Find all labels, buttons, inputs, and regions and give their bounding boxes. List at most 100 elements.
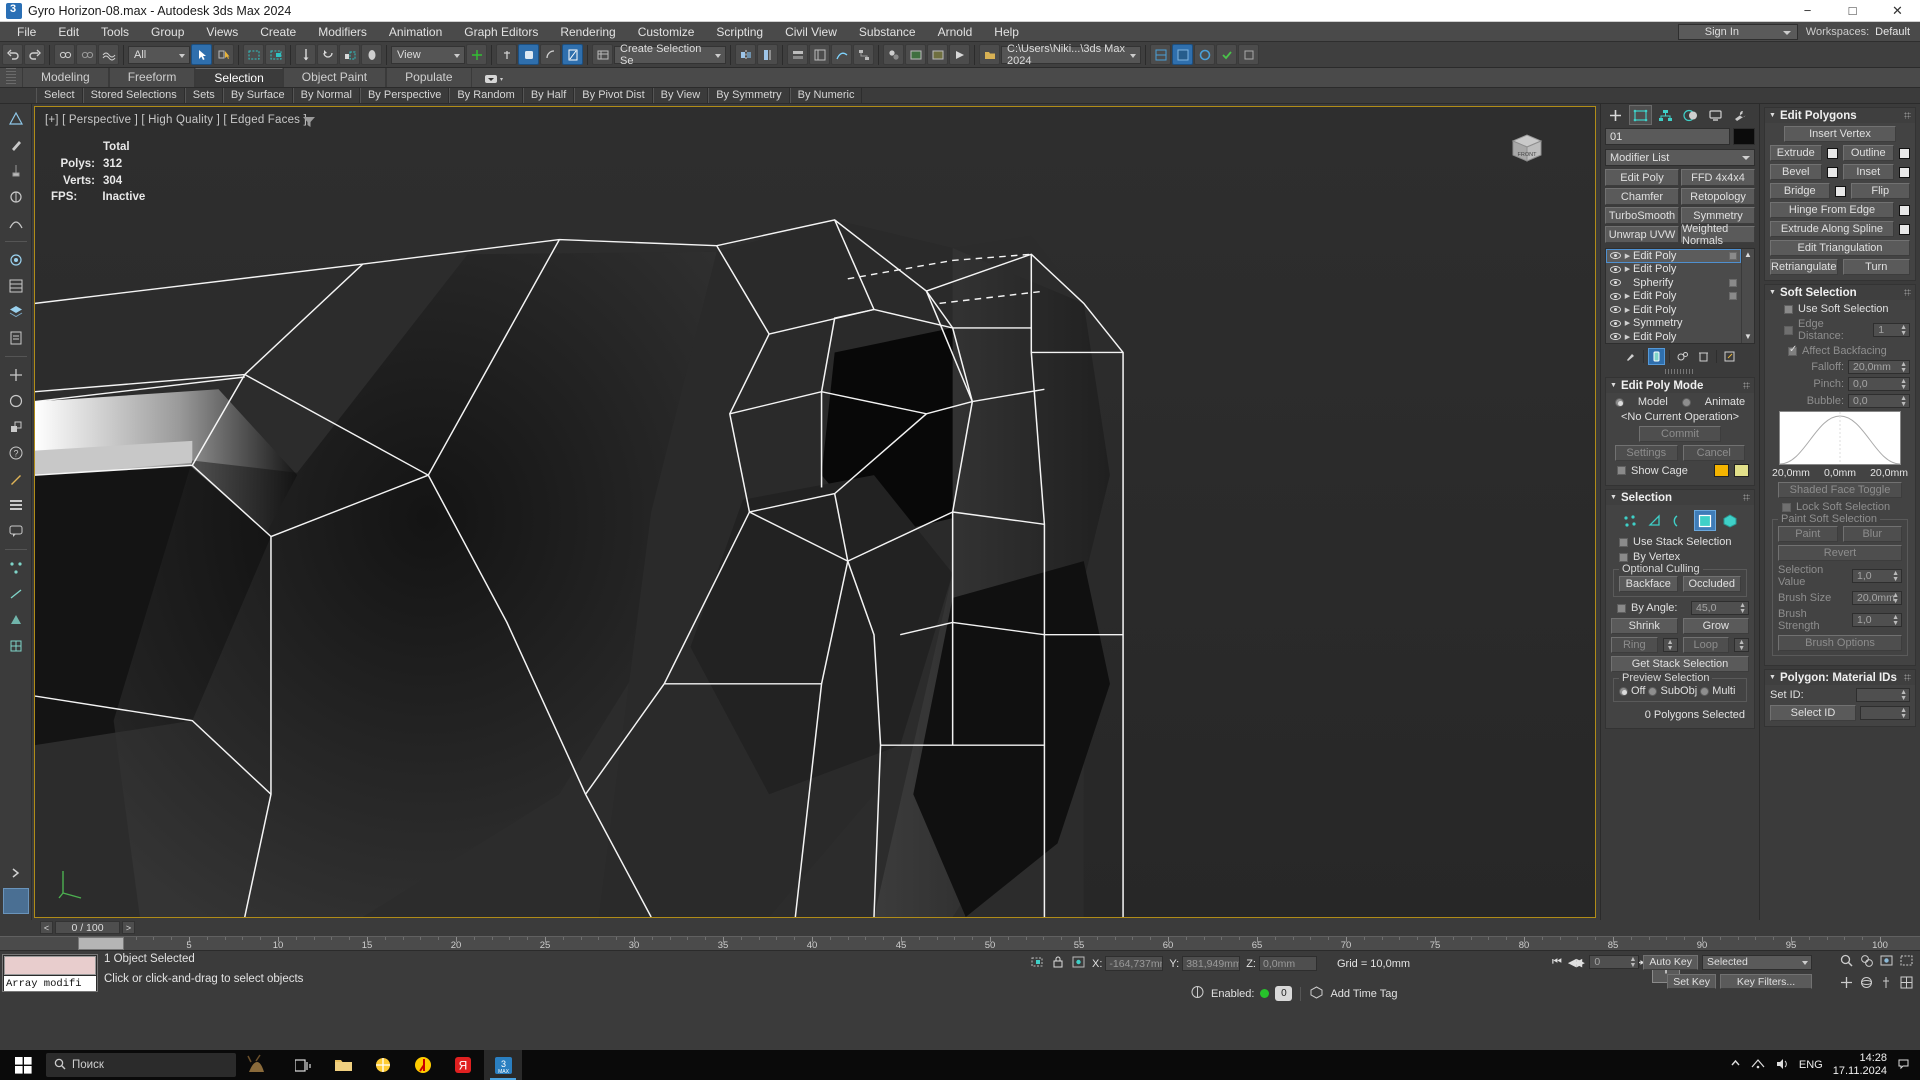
maximize-button[interactable]: □ bbox=[1830, 0, 1875, 21]
slate-material-icon[interactable] bbox=[1172, 44, 1193, 65]
ribbon-btn-by-view[interactable]: By View bbox=[652, 88, 709, 103]
modifier-btn-symmetry[interactable]: Symmetry bbox=[1681, 207, 1755, 224]
stack-item[interactable]: ▶ Edit Poly bbox=[1606, 330, 1741, 343]
ring-spinner[interactable]: ▲ ▼ bbox=[1662, 638, 1678, 652]
zoom-all-icon[interactable] bbox=[1859, 953, 1874, 971]
undo-icon[interactable] bbox=[2, 44, 23, 65]
collapse-triangle-icon[interactable]: ▼ bbox=[1769, 112, 1776, 119]
menu-civil-view[interactable]: Civil View bbox=[774, 22, 848, 42]
enabled-count-badge[interactable]: 0 bbox=[1275, 986, 1293, 1001]
material-editor-icon[interactable] bbox=[883, 44, 904, 65]
check-scene-icon[interactable] bbox=[1216, 44, 1237, 65]
select-id-button[interactable]: Select ID bbox=[1770, 705, 1856, 721]
perspective-viewport[interactable]: [+] [ Perspective ] [ High Quality ] [ E… bbox=[34, 106, 1596, 918]
selection-filter-combo[interactable]: All bbox=[128, 45, 190, 64]
selection-value-spinner[interactable]: 1,0 ▲ ▼ bbox=[1852, 569, 1902, 583]
eye-icon[interactable] bbox=[1609, 277, 1622, 288]
preview-off-radio[interactable] bbox=[1619, 686, 1628, 696]
freeform-icon[interactable] bbox=[5, 186, 27, 208]
expand-rail-icon[interactable] bbox=[5, 862, 27, 884]
layer-explorer-icon[interactable] bbox=[787, 44, 808, 65]
grow-button[interactable]: Grow bbox=[1682, 618, 1749, 634]
menu-scripting[interactable]: Scripting bbox=[705, 22, 774, 42]
ribbon-btn-sets[interactable]: Sets bbox=[184, 88, 223, 103]
auto-key-button[interactable]: Auto Key bbox=[1643, 954, 1698, 970]
maxscript-mini-listener[interactable]: Array modifi bbox=[2, 954, 98, 992]
select-and-move-icon[interactable] bbox=[295, 44, 316, 65]
backface-button[interactable]: Backface bbox=[1619, 576, 1678, 592]
reference-coordinate-system-combo[interactable]: View bbox=[391, 45, 465, 64]
display-tab[interactable] bbox=[1704, 105, 1727, 125]
expand-triangle-icon[interactable]: ▶ bbox=[1622, 306, 1633, 314]
lock-selection-icon[interactable] bbox=[1051, 955, 1065, 972]
start-button[interactable] bbox=[0, 1050, 46, 1080]
snap-grid-icon[interactable] bbox=[5, 635, 27, 657]
use-stack-selection-checkbox[interactable] bbox=[1619, 537, 1628, 547]
network-icon[interactable] bbox=[1751, 1058, 1765, 1073]
occluded-button[interactable]: Occluded bbox=[1682, 576, 1741, 592]
list-view-icon[interactable] bbox=[5, 494, 27, 516]
hinge-from-edge-button[interactable]: Hinge From Edge bbox=[1770, 202, 1894, 218]
set-id-spinner[interactable]: ▲ ▼ bbox=[1856, 688, 1910, 702]
menu-tools[interactable]: Tools bbox=[90, 22, 140, 42]
show-hidden-icons-icon[interactable] bbox=[1730, 1058, 1741, 1072]
menu-create[interactable]: Create bbox=[249, 22, 307, 42]
maximize-viewport-icon[interactable] bbox=[1899, 975, 1914, 993]
set-key-button[interactable]: Set Key bbox=[1667, 974, 1716, 989]
menu-arnold[interactable]: Arnold bbox=[927, 22, 984, 42]
time-tag-icon[interactable] bbox=[1309, 985, 1324, 1002]
object-name-field[interactable]: 01 bbox=[1605, 128, 1730, 145]
ribbon-btn-by-symmetry[interactable]: By Symmetry bbox=[708, 88, 790, 103]
selection-header[interactable]: ▼ Selection bbox=[1606, 490, 1754, 505]
yandex-browser-icon[interactable] bbox=[404, 1050, 442, 1080]
extrude-settings-icon[interactable] bbox=[1826, 147, 1838, 159]
current-frame-field[interactable]: 0 ▲ ▼ bbox=[1589, 955, 1640, 969]
menu-rendering[interactable]: Rendering bbox=[549, 22, 626, 42]
hinge-settings-icon[interactable] bbox=[1899, 204, 1910, 216]
absolute-relative-mode-icon[interactable] bbox=[1071, 955, 1086, 972]
ribbon-grip[interactable] bbox=[6, 68, 16, 86]
ribbon-btn-select[interactable]: Select bbox=[36, 88, 83, 103]
next-frame-button[interactable]: > bbox=[122, 921, 135, 934]
key-filters-button[interactable]: Key Filters... bbox=[1720, 974, 1812, 989]
bridge-settings-icon[interactable] bbox=[1834, 185, 1846, 197]
spline-icon[interactable] bbox=[5, 212, 27, 234]
flip-button[interactable]: Flip bbox=[1850, 183, 1910, 199]
shaded-face-toggle-button[interactable]: Shaded Face Toggle bbox=[1778, 482, 1902, 498]
paint-button[interactable]: Paint bbox=[1778, 526, 1838, 542]
render-setup-icon[interactable] bbox=[905, 44, 926, 65]
make-unique-icon[interactable] bbox=[1674, 348, 1691, 365]
pin-stack-icon[interactable] bbox=[1622, 348, 1639, 365]
eye-icon[interactable] bbox=[1609, 264, 1622, 275]
close-button[interactable]: ✕ bbox=[1875, 0, 1920, 21]
modifier-btn-ffd-4x4x4[interactable]: FFD 4x4x4 bbox=[1681, 169, 1755, 186]
notifications-icon[interactable] bbox=[1897, 1057, 1910, 1073]
inset-button[interactable]: Inset bbox=[1842, 164, 1894, 180]
adaptive-degradation-icon[interactable] bbox=[1190, 985, 1205, 1002]
schematic-view-icon[interactable] bbox=[853, 44, 874, 65]
expand-triangle-icon[interactable]: ▶ bbox=[1622, 292, 1633, 300]
language-indicator[interactable]: ENG bbox=[1799, 1059, 1823, 1071]
ribbon-tab-object-paint[interactable]: Object Paint bbox=[282, 68, 387, 87]
curve-editor-icon[interactable] bbox=[831, 44, 852, 65]
by-vertex-checkbox[interactable] bbox=[1619, 552, 1628, 562]
prev-frame-button[interactable]: < bbox=[40, 921, 53, 934]
selection-lock-region-icon[interactable] bbox=[1030, 955, 1045, 972]
ring-button[interactable]: Ring bbox=[1611, 637, 1658, 653]
ribbon-btn-stored-selections[interactable]: Stored Selections bbox=[82, 88, 185, 103]
ribbon-btn-by-numeric[interactable]: By Numeric bbox=[789, 88, 863, 103]
render-production-icon[interactable] bbox=[949, 44, 970, 65]
eye-icon[interactable] bbox=[1609, 250, 1622, 261]
edit-named-selection-sets-icon[interactable] bbox=[592, 44, 613, 65]
outline-settings-icon[interactable] bbox=[1899, 147, 1910, 159]
menu-edit[interactable]: Edit bbox=[47, 22, 90, 42]
cage-color-swatch-2[interactable] bbox=[1734, 464, 1749, 477]
stack-toggle-box[interactable] bbox=[1729, 292, 1737, 300]
border-icon[interactable] bbox=[1669, 510, 1691, 531]
brush-size-spinner[interactable]: 20,0mm ▲ ▼ bbox=[1852, 591, 1902, 605]
loop-spinner[interactable]: ▲ ▼ bbox=[1734, 638, 1749, 652]
brush-icon[interactable] bbox=[5, 160, 27, 182]
collapse-triangle-icon[interactable]: ▼ bbox=[1610, 382, 1617, 389]
maxscript-input-line[interactable]: Array modifi bbox=[4, 976, 96, 991]
create-tab[interactable] bbox=[1604, 105, 1627, 125]
